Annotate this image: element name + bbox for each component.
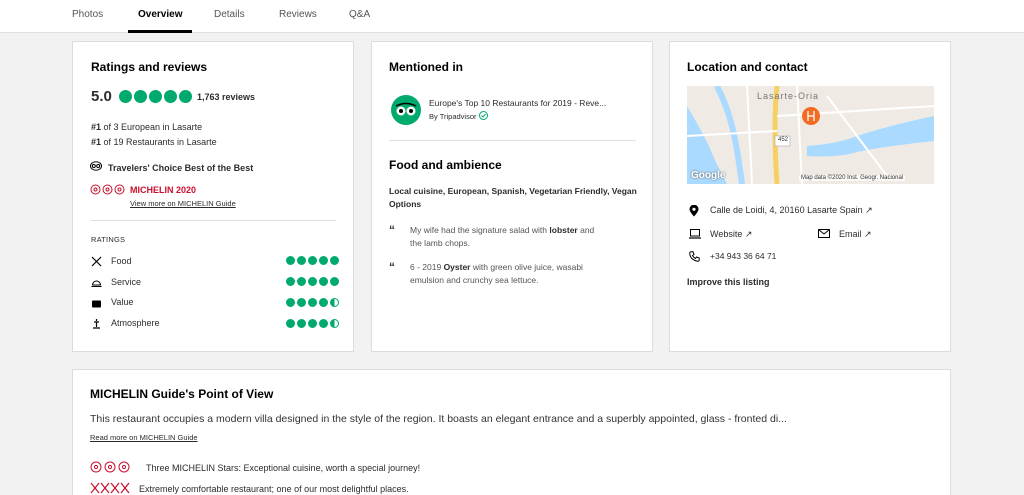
ranking-restaurants[interactable]: #1 of 19 Restaurants in Lasarte [91,137,217,147]
comfort-text: Extremely comfortable restaurant; one of… [139,484,409,494]
address-link[interactable]: Calle de Loidi, 4, 20160 Lasarte Spain ↗ [710,205,873,216]
map[interactable]: 452 Lasarte-Oria Google Map data ©2020 I… [687,86,934,184]
rating-atmosphere-label: Atmosphere [111,318,160,328]
review-count-link[interactable]: 1,763 reviews [197,92,255,102]
website-link[interactable]: Website ↗ [710,229,752,240]
rating-score: 5.0 [91,88,112,105]
rating-value-label: Value [111,297,134,307]
tab-overview[interactable]: Overview [138,9,182,20]
tab-bar: Photos Overview Details Reviews Q&A [0,0,1024,33]
wallet-icon [92,300,101,308]
quote-icon: “ [389,223,395,237]
phone-number[interactable]: +34 943 36 64 71 [710,251,776,261]
map-attribution: Map data ©2020 Inst. Geogr. Nacional [799,175,906,181]
improve-listing-link[interactable]: Improve this listing [687,277,770,287]
ratings-card: Ratings and reviews 5.0 1,763 reviews #1… [72,41,354,352]
verified-check-icon [478,111,488,120]
michelin-stars-icon [90,461,130,473]
tab-reviews[interactable]: Reviews [279,9,317,20]
restaurant-pin-icon[interactable] [801,106,821,128]
owl-icon [90,161,102,171]
divider [91,220,336,221]
travelers-choice-label: Travelers' Choice Best of the Best [108,163,254,173]
cuisines-list: Local cuisine, European, Spanish, Vegeta… [389,186,637,209]
map-place-label: Lasarte-Oria [757,91,820,101]
location-pin-icon [689,205,699,217]
email-icon [818,229,830,238]
active-tab-indicator [128,30,192,33]
michelin-description: This restaurant occupies a modern villa … [90,413,787,425]
food-icon [91,256,102,267]
review-snippet-2[interactable]: 6 - 2019 Oyster with green olive juice, … [410,261,583,287]
rating-food-bubbles [286,256,339,265]
article-byline: By Tripadvisor [429,111,488,121]
mentioned-title: Mentioned in [389,60,463,74]
michelin-stars-icon [90,184,125,195]
location-card: Location and contact 452 Lasarte-Oria Go… [669,41,951,352]
atmosphere-icon [93,319,100,329]
rating-food-label: Food [111,256,132,266]
quote-icon: “ [389,260,395,274]
computer-icon [689,229,701,239]
ranking-european[interactable]: #1 of 3 European in Lasarte [91,122,202,132]
michelin-stars-text: Three MICHELIN Stars: Exceptional cuisin… [146,463,421,473]
article-title-link[interactable]: Europe's Top 10 Restaurants for 2019 - R… [429,98,606,108]
mentioned-card: Mentioned in Europe's Top 10 Restaurants… [371,41,653,352]
food-ambience-title: Food and ambience [389,158,502,172]
rating-atmosphere-bubbles [286,319,339,328]
michelin-pov-title: MICHELIN Guide's Point of View [90,387,274,401]
michelin-award-label: MICHELIN 2020 [130,185,197,195]
tab-details[interactable]: Details [214,9,245,20]
rating-value-bubbles [286,298,339,307]
read-more-michelin-link[interactable]: Read more on MICHELIN Guide [90,433,198,442]
ratings-heading: RATINGS [91,235,126,244]
michelin-pov-card: MICHELIN Guide's Point of View This rest… [72,369,951,495]
location-title: Location and contact [687,60,808,74]
rating-service-bubbles [286,277,339,286]
ratings-title: Ratings and reviews [91,60,208,74]
phone-icon [689,251,700,262]
tab-photos[interactable]: Photos [72,9,103,20]
service-bell-icon [91,280,102,287]
map-road-label: 452 [778,137,789,143]
email-link[interactable]: Email ↗ [839,229,872,240]
tripadvisor-logo-icon [391,95,421,125]
comfort-rating-icon [90,482,130,494]
rating-bubbles [119,90,192,103]
review-snippet-1[interactable]: My wife had the signature salad with lob… [410,224,594,250]
map-google-logo: Google [691,170,726,181]
tab-qa[interactable]: Q&A [349,9,370,20]
michelin-guide-link[interactable]: View more on MICHELIN Guide [130,199,236,208]
rating-service-label: Service [111,277,142,287]
divider [389,140,636,141]
